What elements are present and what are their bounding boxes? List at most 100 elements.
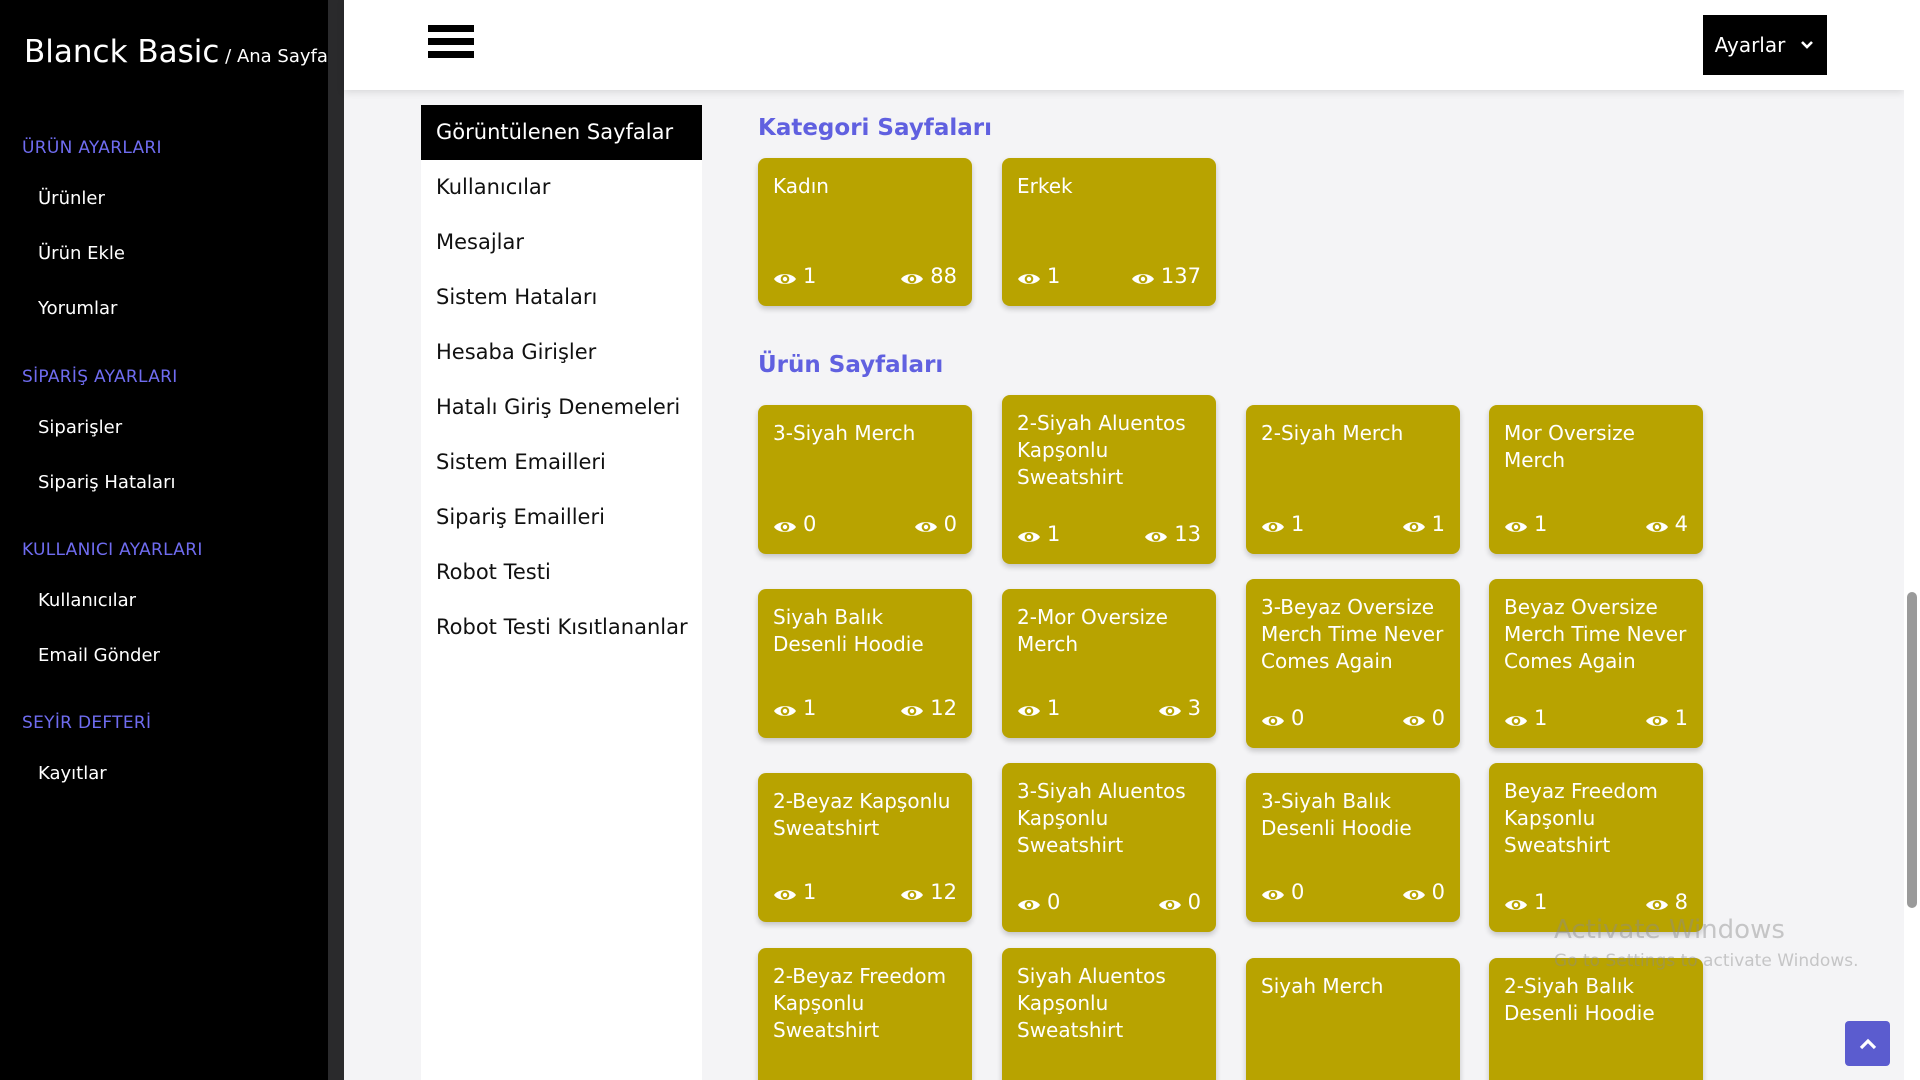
card-right-count: 8: [1674, 890, 1688, 914]
product-card[interactable]: Beyaz Oversize Merch Time Never Comes Ag…: [1489, 579, 1703, 748]
card-stat-left: 1: [1504, 706, 1547, 730]
product-section-title: Ürün Sayfaları: [758, 352, 944, 378]
submenu-item-robot-testi[interactable]: Robot Testi: [436, 560, 551, 584]
section-urun-ayarlari: ÜRÜN AYARLARI: [22, 138, 162, 158]
card-right-count: 12: [930, 880, 957, 904]
eye-icon: [1144, 526, 1168, 542]
category-card[interactable]: Erkek 1 137: [1002, 158, 1216, 306]
card-stat-left: 1: [1261, 512, 1304, 536]
card-title: Siyah Aluentos Kapşonlu Sweatshirt: [1017, 964, 1166, 1042]
settings-dropdown-button[interactable]: Ayarlar: [1703, 15, 1827, 75]
product-card[interactable]: 3-Siyah Balık Desenli Hoodie 0 0: [1246, 773, 1460, 922]
card-stat-left: 1: [1504, 890, 1547, 914]
chevron-down-icon: [1801, 41, 1814, 49]
card-title: Beyaz Oversize Merch Time Never Comes Ag…: [1504, 595, 1687, 673]
card-stat-right: 3: [1158, 696, 1201, 720]
eye-icon: [1261, 516, 1285, 532]
card-stat-left: 0: [1017, 890, 1060, 914]
watermark-title: Activate Windows: [1554, 915, 1785, 945]
eye-icon: [773, 516, 797, 532]
submenu-item-sistem-emailleri[interactable]: Sistem Emailleri: [436, 450, 606, 474]
card-stat-left: 1: [1017, 522, 1060, 546]
eye-icon: [1645, 894, 1669, 910]
product-card[interactable]: 3-Siyah Merch 0 0: [758, 405, 972, 554]
submenu-item-siparis-emailleri[interactable]: Sipariş Emailleri: [436, 505, 605, 529]
sidebar-item-urun-ekle[interactable]: Ürün Ekle: [38, 243, 125, 264]
submenu-item-goruntulenen-sayfalar[interactable]: Görüntülenen Sayfalar: [421, 105, 702, 160]
sidebar-item-urunler[interactable]: Ürünler: [38, 188, 105, 209]
card-right-count: 0: [943, 512, 957, 536]
card-stat-left: 1: [773, 264, 816, 288]
card-title: 3-Siyah Aluentos Kapşonlu Sweatshirt: [1017, 779, 1186, 857]
card-stat-right: 4: [1645, 512, 1688, 536]
breadcrumb: / Ana Sayfa: [219, 46, 328, 67]
card-left-count: 1: [803, 696, 817, 720]
eye-icon: [1645, 516, 1669, 532]
product-card[interactable]: 3-Siyah Aluentos Kapşonlu Sweatshirt 0 0: [1002, 763, 1216, 932]
sidebar-item-email-gonder[interactable]: Email Gönder: [38, 645, 160, 666]
card-stat-left: 1: [1504, 512, 1547, 536]
scrollbar-track[interactable]: [1904, 0, 1920, 1080]
card-stat-right: 137: [1131, 264, 1201, 288]
product-card[interactable]: 2-Siyah Merch 1 1: [1246, 405, 1460, 554]
eye-icon: [1017, 268, 1041, 284]
product-card[interactable]: 2-Siyah Aluentos Kapşonlu Sweatshirt 1 1…: [1002, 395, 1216, 564]
submenu-item-hesaba-girisler[interactable]: Hesaba Girişler: [436, 340, 596, 364]
product-card[interactable]: 2-Mor Oversize Merch 1 3: [1002, 589, 1216, 738]
submenu-item-kullanicilar[interactable]: Kullanıcılar: [436, 175, 550, 199]
brand-title: Blanck Basic: [24, 34, 220, 70]
sidebar-item-kullanicilar[interactable]: Kullanıcılar: [38, 590, 136, 611]
eye-icon: [1158, 894, 1182, 910]
secondary-menu: Görüntülenen Sayfalar Kullanıcılar Mesaj…: [421, 105, 702, 1080]
product-card[interactable]: Siyah Merch 1 1: [1246, 958, 1460, 1080]
card-stat-left: 0: [1261, 706, 1304, 730]
submenu-item-hatali-giris-denemeleri[interactable]: Hatalı Giriş Denemeleri: [436, 395, 680, 419]
card-stat-right: 0: [1402, 880, 1445, 904]
card-title: Siyah Balık Desenli Hoodie: [773, 605, 924, 656]
hamburger-icon[interactable]: [428, 25, 474, 65]
settings-label: Ayarlar: [1714, 33, 1786, 57]
product-card[interactable]: Mor Oversize Merch 1 4: [1489, 405, 1703, 554]
sidebar: Blanck Basic / Ana Sayfa ÜRÜN AYARLARI Ü…: [0, 0, 328, 1080]
card-title: 2-Siyah Balık Desenli Hoodie: [1504, 974, 1655, 1025]
card-title: 3-Beyaz Oversize Merch Time Never Comes …: [1261, 595, 1444, 673]
eye-icon: [1402, 710, 1426, 726]
sidebar-item-yorumlar[interactable]: Yorumlar: [38, 298, 117, 319]
card-stat-right: 12: [900, 880, 957, 904]
card-right-count: 88: [930, 264, 957, 288]
eye-icon: [1261, 710, 1285, 726]
product-card[interactable]: Siyah Balık Desenli Hoodie 1 12: [758, 589, 972, 738]
scrollbar-thumb[interactable]: [1907, 592, 1917, 908]
sidebar-item-kayitlar[interactable]: Kayıtlar: [38, 763, 107, 784]
sidebar-item-siparis-hatalari[interactable]: Sipariş Hataları: [38, 472, 175, 493]
card-title: Kadın: [773, 174, 829, 198]
product-card[interactable]: 3-Beyaz Oversize Merch Time Never Comes …: [1246, 579, 1460, 748]
eye-icon: [1645, 710, 1669, 726]
card-left-count: 1: [1047, 522, 1061, 546]
category-card[interactable]: Kadın 1 88: [758, 158, 972, 306]
card-stat-right: 8: [1645, 890, 1688, 914]
submenu-item-sistem-hatalari[interactable]: Sistem Hataları: [436, 285, 597, 309]
back-to-top-button[interactable]: [1845, 1021, 1890, 1066]
card-left-count: 0: [803, 512, 817, 536]
windows-activation-watermark: Activate Windows Go to Settings to activ…: [1554, 915, 1859, 971]
card-right-count: 0: [1431, 880, 1445, 904]
sidebar-item-siparisler[interactable]: Siparişler: [38, 417, 122, 438]
product-card[interactable]: 2-Beyaz Kapşonlu Sweatshirt 1 12: [758, 773, 972, 922]
card-stat-right: 1: [1645, 706, 1688, 730]
submenu-item-mesajlar[interactable]: Mesajlar: [436, 230, 524, 254]
brand[interactable]: Blanck Basic / Ana Sayfa: [24, 34, 328, 70]
eye-icon: [1402, 884, 1426, 900]
product-card[interactable]: Beyaz Freedom Kapşonlu Sweatshirt 1 8: [1489, 763, 1703, 932]
submenu-item-robot-testi-kisitlananlar[interactable]: Robot Testi Kısıtlananlar: [436, 615, 688, 639]
card-stat-right: 1: [1402, 512, 1445, 536]
card-right-count: 4: [1674, 512, 1688, 536]
section-kullanici-ayarlari: KULLANICI AYARLARI: [22, 540, 203, 560]
card-title: 2-Beyaz Freedom Kapşonlu Sweatshirt: [773, 964, 947, 1042]
product-card[interactable]: 2-Siyah Balık Desenli Hoodie 1 12: [1489, 958, 1703, 1080]
product-card[interactable]: 2-Beyaz Freedom Kapşonlu Sweatshirt: [758, 948, 972, 1080]
section-siparis-ayarlari: SİPARİŞ AYARLARI: [22, 367, 178, 387]
product-card[interactable]: Siyah Aluentos Kapşonlu Sweatshirt: [1002, 948, 1216, 1080]
eye-icon: [1017, 700, 1041, 716]
card-right-count: 0: [1187, 890, 1201, 914]
